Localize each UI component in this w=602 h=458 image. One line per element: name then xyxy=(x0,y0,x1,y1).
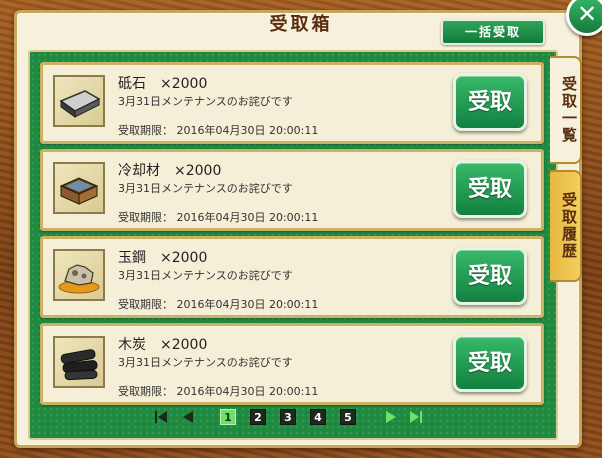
prev-page-icon[interactable] xyxy=(180,409,196,425)
page-5[interactable]: 5 xyxy=(340,409,356,425)
pagination: 1 2 3 4 5 xyxy=(0,409,602,427)
bulk-receive-button[interactable]: 一括受取 xyxy=(441,19,545,45)
item-expiry: 受取期限： 2016年04月30日 20:00:11 xyxy=(118,385,319,398)
page-4[interactable]: 4 xyxy=(310,409,326,425)
first-page-icon[interactable] xyxy=(153,409,169,425)
page-3[interactable]: 3 xyxy=(280,409,296,425)
item-name: 玉鋼 ×2000 xyxy=(118,250,208,266)
item-expiry: 受取期限： 2016年04月30日 20:00:11 xyxy=(118,211,319,224)
next-page-icon[interactable] xyxy=(383,409,399,425)
item-card-tamahagane: 玉鋼 ×2000 3月31日メンテナンスのお詫びです 受取期限： 2016年04… xyxy=(40,236,544,318)
whetstone-icon xyxy=(53,75,105,127)
receive-button[interactable]: 受取 xyxy=(453,73,527,131)
item-expiry: 受取期限： 2016年04月30日 20:00:11 xyxy=(118,124,319,137)
item-description: 3月31日メンテナンスのお詫びです xyxy=(118,269,293,282)
receive-button[interactable]: 受取 xyxy=(453,334,527,392)
item-name: 砥石 ×2000 xyxy=(118,76,208,92)
last-page-icon[interactable] xyxy=(408,409,424,425)
tab-receive-history[interactable]: 受取履歴 xyxy=(550,170,582,282)
item-card-coolant: 冷却材 ×2000 3月31日メンテナンスのお詫びです 受取期限： 2016年0… xyxy=(40,149,544,231)
page-2[interactable]: 2 xyxy=(250,409,266,425)
item-expiry: 受取期限： 2016年04月30日 20:00:11 xyxy=(118,298,319,311)
close-icon: ✕ xyxy=(576,0,598,28)
item-description: 3月31日メンテナンスのお詫びです xyxy=(118,356,293,369)
receive-button[interactable]: 受取 xyxy=(453,247,527,305)
item-description: 3月31日メンテナンスのお詫びです xyxy=(118,95,293,108)
receive-button[interactable]: 受取 xyxy=(453,160,527,218)
page-1[interactable]: 1 xyxy=(220,409,236,425)
item-name: 冷却材 ×2000 xyxy=(118,163,222,179)
charcoal-icon xyxy=(53,336,105,388)
tab-receive-list[interactable]: 受取一覧 xyxy=(550,56,582,164)
item-description: 3月31日メンテナンスのお詫びです xyxy=(118,182,293,195)
item-name: 木炭 ×2000 xyxy=(118,337,208,353)
tamahagane-icon xyxy=(53,249,105,301)
coolant-icon xyxy=(53,162,105,214)
item-card-whetstone: 砥石 ×2000 3月31日メンテナンスのお詫びです 受取期限： 2016年04… xyxy=(40,62,544,144)
item-card-charcoal: 木炭 ×2000 3月31日メンテナンスのお詫びです 受取期限： 2016年04… xyxy=(40,323,544,405)
